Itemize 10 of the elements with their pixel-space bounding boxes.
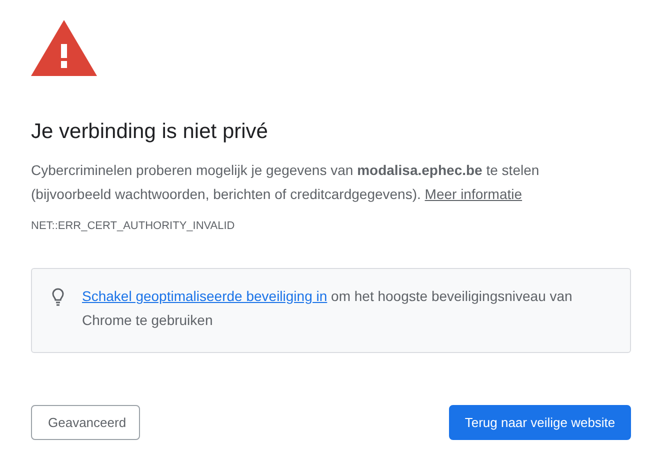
enhanced-protection-link[interactable]: Schakel geoptimaliseerde beveiliging in <box>82 288 328 304</box>
tip-text: Schakel geoptimaliseerde beveiliging in om het hoogste beveiligingsniveau van Chrome te gebruiken <box>82 287 574 330</box>
lightbulb-icon <box>52 288 64 306</box>
more-info-link[interactable]: Meer informatie <box>424 186 522 202</box>
warning-icon <box>31 20 97 76</box>
advanced-button[interactable]: Geavanceerd <box>31 405 140 440</box>
error-code: NET::ERR_CERT_AUTHORITY_INVALID <box>31 220 235 232</box>
page-heading: Je verbinding is niet privé <box>31 120 268 144</box>
warning-message: Cybercriminelen proberen mogelijk je gegevens van modalisa.ephec.be te stelen (bijvoorbeeld wachtwoorden, berichten of creditcardgegevens). Meer informatie <box>31 161 540 204</box>
back-to-safety-button[interactable]: Terug naar veilige website <box>449 405 631 440</box>
